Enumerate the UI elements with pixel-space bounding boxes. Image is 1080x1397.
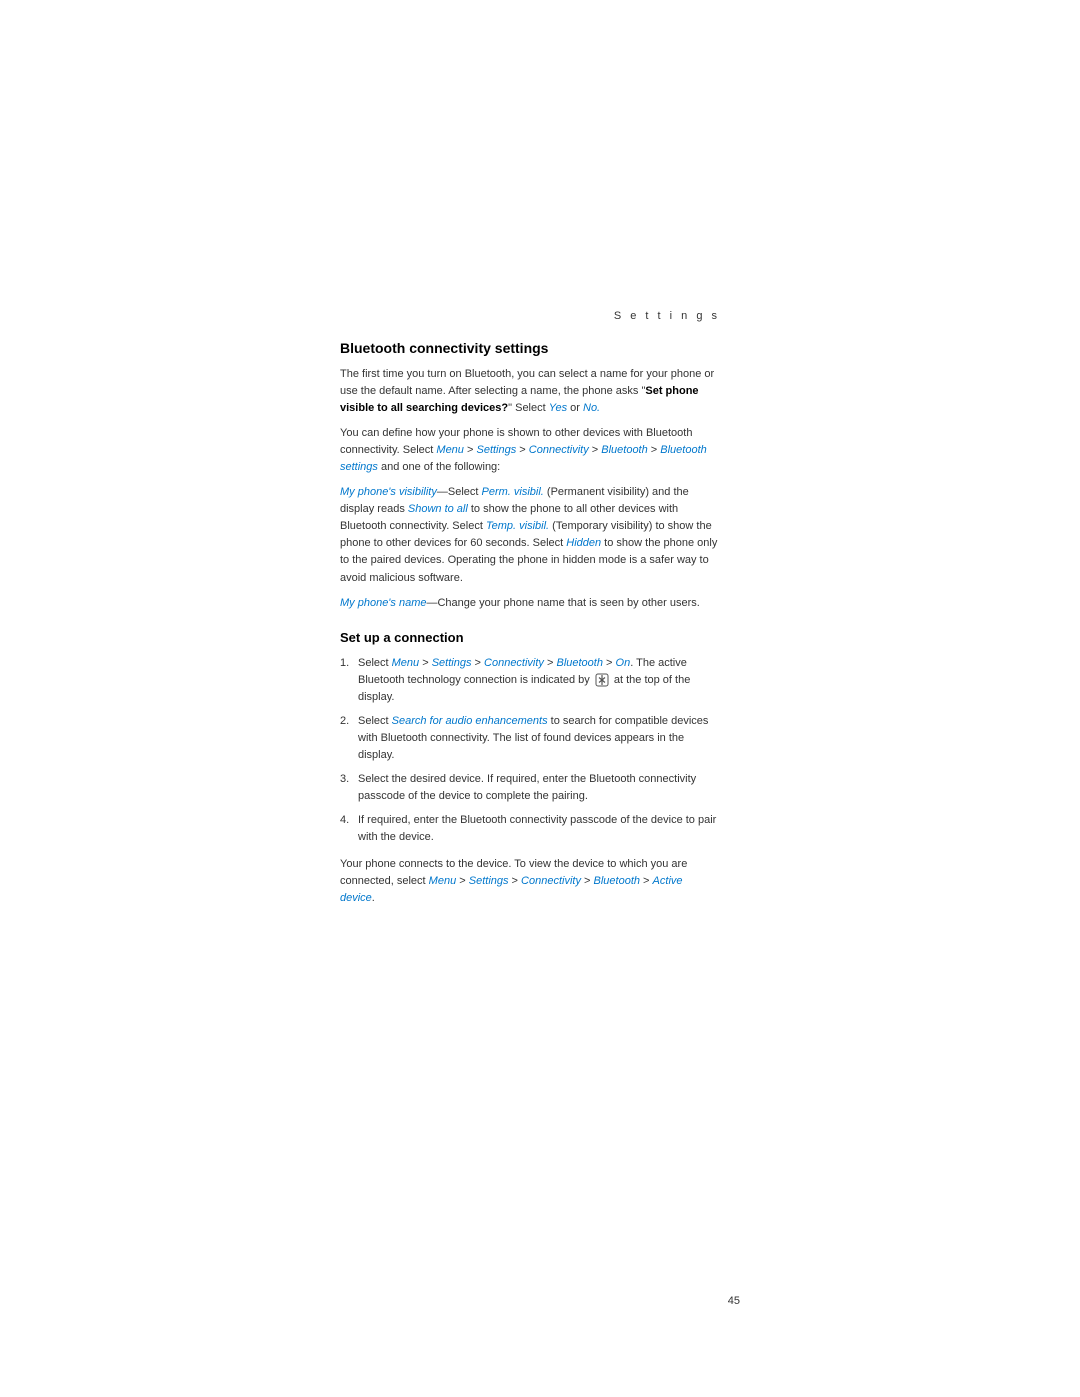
list-item-4: 4. If required, enter the Bluetooth conn… bbox=[340, 812, 720, 846]
item2-search-link[interactable]: Search for audio enhancements bbox=[392, 715, 548, 727]
gt1: > bbox=[464, 444, 477, 456]
temp-link[interactable]: Temp. visibil. bbox=[486, 520, 549, 532]
footer-gt4: > bbox=[640, 875, 653, 887]
yes-link[interactable]: Yes bbox=[549, 402, 567, 414]
or-text: or bbox=[567, 402, 583, 414]
shown-link[interactable]: Shown to all bbox=[408, 503, 468, 515]
page-container: S e t t i n g s Bluetooth connectivity s… bbox=[0, 0, 1080, 1397]
footer-bluetooth-link[interactable]: Bluetooth bbox=[594, 875, 640, 887]
item1-bluetooth-link[interactable]: Bluetooth bbox=[556, 657, 602, 669]
gt4: > bbox=[648, 444, 661, 456]
bluetooth-icon bbox=[595, 673, 609, 687]
para2-end: and one of the following: bbox=[378, 461, 500, 473]
setup-list: 1. Select Menu > Settings > Connectivity… bbox=[340, 655, 720, 846]
item1-gt3: > bbox=[544, 657, 557, 669]
name-desc: —Change your phone name that is seen by … bbox=[426, 597, 699, 609]
page-number: 45 bbox=[728, 1295, 740, 1307]
visibility-link[interactable]: My phone's visibility bbox=[340, 486, 437, 498]
section2-title: Set up a connection bbox=[340, 630, 720, 645]
item1-gt1: > bbox=[419, 657, 432, 669]
list-item-3: 3. Select the desired device. If require… bbox=[340, 771, 720, 805]
list-number-2: 2. bbox=[340, 713, 349, 730]
para1-end: " Select bbox=[508, 402, 549, 414]
perm-link[interactable]: Perm. visibil. bbox=[482, 486, 544, 498]
list-number-4: 4. bbox=[340, 812, 349, 829]
settings-label: S e t t i n g s bbox=[614, 310, 720, 322]
item3-text: Select the desired device. If required, … bbox=[358, 773, 696, 802]
item1-text-start: Select bbox=[358, 657, 392, 669]
footer-connectivity-link[interactable]: Connectivity bbox=[521, 875, 581, 887]
item1-menu-link[interactable]: Menu bbox=[392, 657, 420, 669]
section1-name: My phone's name—Change your phone name t… bbox=[340, 595, 720, 612]
item2-text-start: Select bbox=[358, 715, 392, 727]
hidden-link[interactable]: Hidden bbox=[566, 537, 601, 549]
item1-on-link[interactable]: On bbox=[616, 657, 631, 669]
section1-visibility: My phone's visibility—Select Perm. visib… bbox=[340, 484, 720, 586]
dash1: —Select bbox=[437, 486, 482, 498]
footer-settings-link[interactable]: Settings bbox=[469, 875, 509, 887]
footer-gt1: > bbox=[456, 875, 469, 887]
section1-title: Bluetooth connectivity settings bbox=[340, 340, 720, 356]
item4-text: If required, enter the Bluetooth connect… bbox=[358, 814, 716, 843]
list-number-1: 1. bbox=[340, 655, 349, 672]
gt2: > bbox=[516, 444, 529, 456]
bluetooth-link1[interactable]: Bluetooth bbox=[601, 444, 647, 456]
no-link[interactable]: No. bbox=[583, 402, 600, 414]
connectivity-link1[interactable]: Connectivity bbox=[529, 444, 589, 456]
gt3: > bbox=[589, 444, 602, 456]
footer-end: . bbox=[372, 892, 375, 904]
menu-link1[interactable]: Menu bbox=[436, 444, 464, 456]
settings-header: S e t t i n g s bbox=[340, 310, 720, 322]
name-link[interactable]: My phone's name bbox=[340, 597, 426, 609]
item1-gt2: > bbox=[471, 657, 484, 669]
list-number-3: 3. bbox=[340, 771, 349, 788]
footer-gt3: > bbox=[581, 875, 594, 887]
list-item-1: 1. Select Menu > Settings > Connectivity… bbox=[340, 655, 720, 706]
footer-gt2: > bbox=[509, 875, 522, 887]
item1-settings-link[interactable]: Settings bbox=[432, 657, 472, 669]
content-area: S e t t i n g s Bluetooth connectivity s… bbox=[340, 310, 720, 915]
item1-gt4: > bbox=[603, 657, 616, 669]
section2-footer: Your phone connects to the device. To vi… bbox=[340, 856, 720, 907]
list-item-2: 2. Select Search for audio enhancements … bbox=[340, 713, 720, 764]
item1-connectivity-link[interactable]: Connectivity bbox=[484, 657, 544, 669]
section1-para2: You can define how your phone is shown t… bbox=[340, 425, 720, 476]
settings-link1[interactable]: Settings bbox=[476, 444, 516, 456]
section1-para1: The first time you turn on Bluetooth, yo… bbox=[340, 366, 720, 417]
footer-menu-link[interactable]: Menu bbox=[429, 875, 457, 887]
